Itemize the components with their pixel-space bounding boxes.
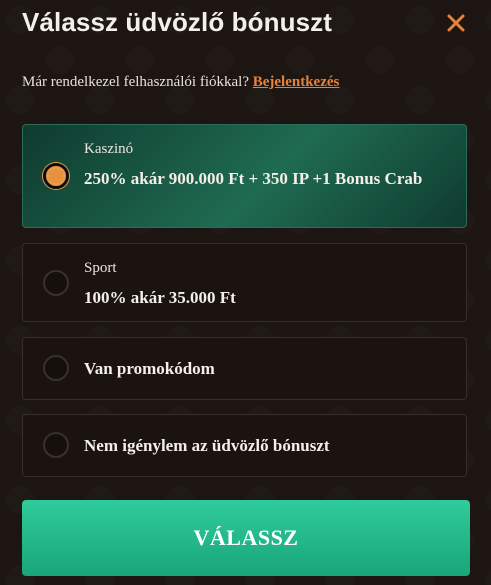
close-icon (447, 14, 465, 32)
option-offer-label: Nem igénylem az üdvözlő bónuszt (84, 436, 330, 455)
option-category-label: Kaszinó (84, 141, 134, 157)
bonus-option-casino[interactable]: Kaszinó 250% akár 900.000 Ft + 350 IP +1… (22, 124, 467, 228)
bonus-option-sport[interactable]: Sport 100% akár 35.000 Ft (22, 243, 467, 322)
radio-button-casino[interactable] (43, 163, 69, 189)
modal-title: Válassz üdvözlő bónuszt (22, 7, 333, 37)
bonus-option-promo-code[interactable]: Van promokódom (22, 337, 467, 400)
choose-button[interactable]: VÁLASSZ (22, 500, 470, 576)
radio-button-sport[interactable] (43, 270, 69, 296)
radio-button-promo-code[interactable] (43, 355, 69, 381)
bonus-option-no-bonus[interactable]: Nem igénylem az üdvözlő bónuszt (22, 414, 467, 477)
login-prompt-text: Már rendelkezel felhasználói fiókkal? (22, 74, 249, 90)
login-link[interactable]: Bejelentkezés (253, 74, 340, 90)
option-offer-label: 100% akár 35.000 Ft (84, 288, 236, 307)
option-offer-label: Van promokódom (84, 359, 215, 378)
login-prompt-row: Már rendelkezel felhasználói fiókkal? Be… (22, 72, 339, 92)
radio-button-no-bonus[interactable] (43, 432, 69, 458)
close-button[interactable] (445, 12, 467, 34)
option-category-label: Sport (84, 260, 117, 276)
option-offer-label: 250% akár 900.000 Ft + 350 IP +1 Bonus C… (84, 169, 423, 188)
